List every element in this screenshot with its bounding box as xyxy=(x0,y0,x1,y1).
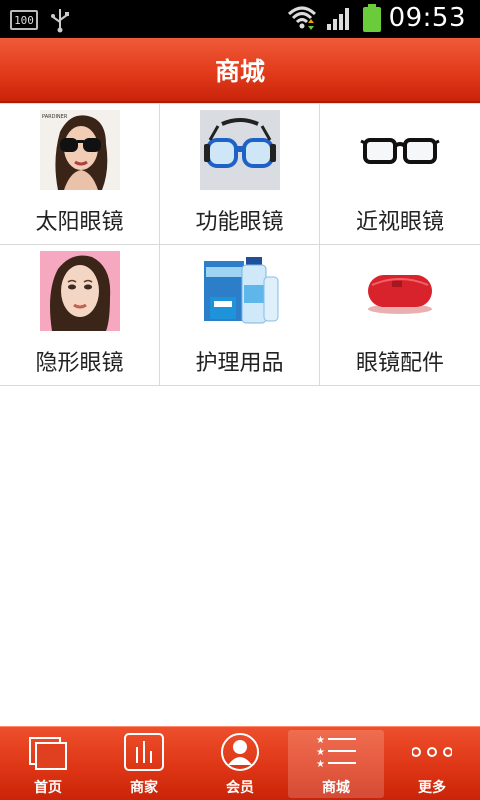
svg-text:★: ★ xyxy=(316,759,325,770)
nav-label: 商家 xyxy=(130,780,158,796)
category-myopia-glasses[interactable]: 近视眼镜 xyxy=(320,104,480,245)
category-grid: PARDINER 太阳眼镜 功能眼镜 近视眼镜 隐形眼镜 护理用品 眼镜配件 xyxy=(0,103,480,386)
status-time: 09:53 xyxy=(388,3,466,33)
category-contact-lenses[interactable]: 隐形眼镜 xyxy=(0,245,160,386)
nav-label: 更多 xyxy=(418,780,446,796)
battery-level-icon: 100 xyxy=(10,10,38,30)
svg-text:PARDINER: PARDINER xyxy=(42,114,68,120)
nav-label: 会员 xyxy=(226,780,254,796)
member-icon xyxy=(221,733,259,771)
nav-mall[interactable]: ★ ★ ★ 商城 xyxy=(288,730,384,798)
status-right: 09:53 xyxy=(287,3,466,33)
merchant-icon xyxy=(124,733,164,771)
home-icon xyxy=(29,737,67,770)
mall-list-icon: ★ ★ ★ xyxy=(316,735,356,770)
category-care-products[interactable]: 护理用品 xyxy=(160,245,320,386)
wifi-icon xyxy=(287,6,316,30)
svg-text:★: ★ xyxy=(316,747,325,758)
nav-member[interactable]: 会员 xyxy=(192,727,288,800)
category-label: 近视眼镜 xyxy=(355,210,444,235)
nav-label: 商城 xyxy=(322,780,350,796)
contact-lens-model-image xyxy=(40,251,120,331)
signal-icon xyxy=(326,8,349,30)
category-label: 隐形眼镜 xyxy=(35,351,124,376)
sports-goggles-image xyxy=(200,110,280,190)
category-label: 功能眼镜 xyxy=(195,210,284,235)
category-sunglasses[interactable]: PARDINER 太阳眼镜 xyxy=(0,104,160,245)
category-label: 太阳眼镜 xyxy=(35,210,124,235)
category-label: 眼镜配件 xyxy=(355,351,444,376)
page-title: 商城 xyxy=(214,56,265,86)
nav-merchant[interactable]: 商家 xyxy=(96,727,192,800)
nav-label: 首页 xyxy=(34,780,62,796)
category-accessories[interactable]: 眼镜配件 xyxy=(320,245,480,386)
black-frame-glasses-image xyxy=(360,110,440,190)
red-glasses-case-image xyxy=(360,251,440,331)
battery-level-text: 100 xyxy=(14,13,34,27)
more-dots-icon xyxy=(412,747,452,757)
lens-care-solution-image xyxy=(200,251,280,331)
title-bar: 商城 xyxy=(0,38,480,103)
nav-more[interactable]: 更多 xyxy=(384,727,480,800)
nav-home[interactable]: 首页 xyxy=(0,727,96,800)
battery-icon xyxy=(362,4,381,32)
bottom-nav: 首页 商家 会员 ★ ★ ★ 商城 更多 xyxy=(0,726,480,800)
category-functional-glasses[interactable]: 功能眼镜 xyxy=(160,104,320,245)
sunglasses-model-image: PARDINER xyxy=(40,110,120,190)
status-bar: 100 09:53 xyxy=(0,0,480,38)
category-label: 护理用品 xyxy=(195,351,284,376)
usb-icon xyxy=(51,9,69,33)
status-left: 100 xyxy=(10,7,72,33)
svg-text:★: ★ xyxy=(316,735,325,746)
